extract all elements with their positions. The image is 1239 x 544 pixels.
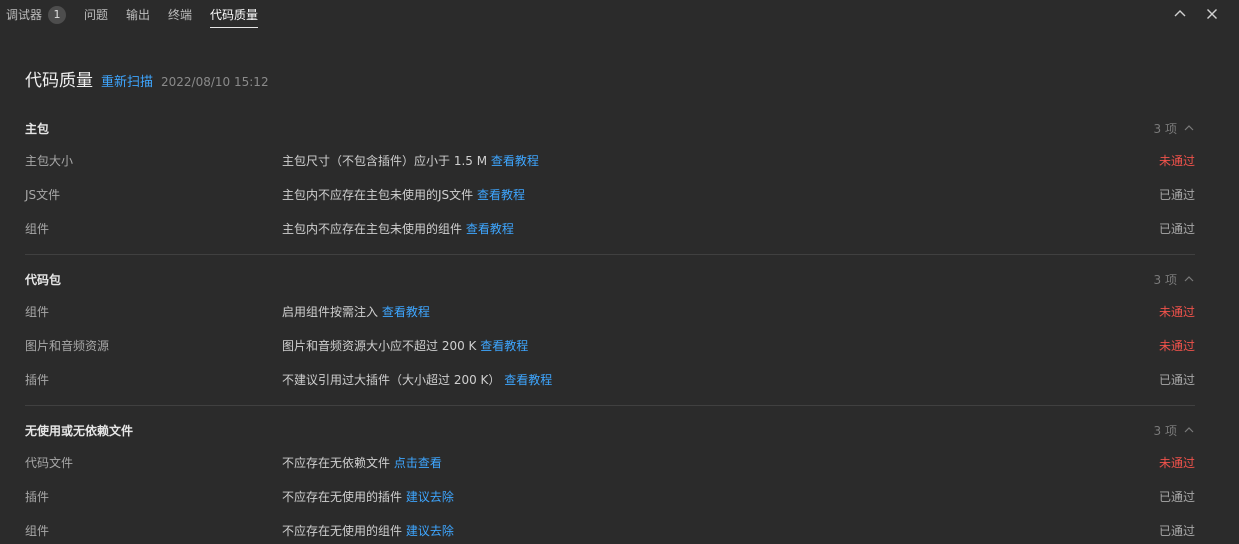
tab-terminal[interactable]: 终端	[168, 0, 192, 30]
maximize-panel-button[interactable]	[1172, 6, 1188, 22]
status-badge: 已通过	[1158, 490, 1195, 504]
section-count: 3 项	[1153, 423, 1177, 438]
section-header-main-package: 主包 3 项	[25, 118, 1195, 138]
chevron-up-icon	[1174, 10, 1186, 17]
scan-timestamp: 2022/08/10 15:12	[161, 75, 269, 89]
section-title: 主包	[25, 121, 50, 136]
tutorial-link[interactable]: 查看教程	[480, 339, 528, 353]
check-name: 组件	[25, 222, 50, 236]
check-description: 不建议引用过大插件（大小超过 200 K） 查看教程	[282, 370, 552, 390]
check-description-text: 图片和音频资源大小应不超过 200 K	[282, 339, 477, 353]
tutorial-link[interactable]: 查看教程	[504, 373, 552, 387]
section-toggle[interactable]: 3 项	[1154, 422, 1195, 439]
tutorial-link[interactable]: 查看教程	[466, 222, 514, 236]
check-description: 不应存在无依赖文件 点击查看	[282, 453, 442, 473]
check-description-text: 不建议引用过大插件（大小超过 200 K）	[282, 373, 501, 387]
check-name: JS文件	[25, 188, 61, 202]
check-description-text: 主包尺寸（不包含插件）应小于 1.5 M	[282, 154, 488, 168]
check-row: 代码文件 不应存在无依赖文件 点击查看 未通过	[25, 453, 1195, 473]
tab-debugger[interactable]: 调试器 1	[6, 0, 67, 30]
chevron-up-icon	[1184, 125, 1194, 131]
check-row: 图片和音频资源 图片和音频资源大小应不超过 200 K 查看教程 未通过	[25, 336, 1195, 356]
check-name: 图片和音频资源	[25, 339, 110, 353]
status-badge: 已通过	[1158, 222, 1195, 236]
section-title: 无使用或无依赖文件	[25, 423, 134, 438]
status-badge: 未通过	[1158, 456, 1195, 470]
section-header-code-package: 代码包 3 项	[25, 269, 1195, 289]
tab-code-quality[interactable]: 代码质量	[210, 0, 259, 30]
check-row: 主包大小 主包尺寸（不包含插件）应小于 1.5 M 查看教程 未通过	[25, 151, 1195, 171]
check-description-text: 不应存在无依赖文件	[282, 456, 391, 470]
check-name: 组件	[25, 305, 50, 319]
check-description: 主包内不应存在主包未使用的JS文件 查看教程	[282, 185, 525, 205]
status-badge: 已通过	[1158, 524, 1195, 538]
check-name: 代码文件	[25, 456, 74, 470]
tab-label: 问题	[84, 8, 109, 22]
remove-suggestion-link[interactable]: 建议去除	[406, 524, 454, 538]
check-description: 不应存在无使用的组件 建议去除	[282, 521, 454, 541]
tab-problems[interactable]: 问题	[84, 0, 108, 30]
view-link[interactable]: 点击查看	[394, 456, 442, 470]
panel-tab-bar: 调试器 1 问题 输出 终端 代码质量	[0, 0, 1239, 30]
check-row: JS文件 主包内不应存在主包未使用的JS文件 查看教程 已通过	[25, 185, 1195, 205]
check-description-text: 主包内不应存在主包未使用的组件	[282, 222, 463, 236]
check-description: 图片和音频资源大小应不超过 200 K 查看教程	[282, 336, 528, 356]
check-description: 主包尺寸（不包含插件）应小于 1.5 M 查看教程	[282, 151, 539, 171]
page-title: 代码质量	[25, 71, 93, 91]
check-description-text: 主包内不应存在主包未使用的JS文件	[282, 188, 474, 202]
tab-label: 代码质量	[210, 8, 259, 22]
section-divider	[25, 405, 1195, 406]
check-description: 不应存在无使用的插件 建议去除	[282, 487, 454, 507]
status-badge: 已通过	[1158, 188, 1195, 202]
section-divider	[25, 254, 1195, 255]
tab-label: 调试器	[6, 8, 43, 22]
page-header: 代码质量 重新扫描 2022/08/10 15:12	[25, 66, 269, 92]
tutorial-link[interactable]: 查看教程	[491, 154, 539, 168]
section-title: 代码包	[25, 272, 62, 287]
close-icon	[1207, 9, 1217, 19]
check-name: 组件	[25, 524, 50, 538]
check-row: 插件 不建议引用过大插件（大小超过 200 K） 查看教程 已通过	[25, 370, 1195, 390]
section-toggle[interactable]: 3 项	[1154, 271, 1195, 288]
check-row: 组件 启用组件按需注入 查看教程 未通过	[25, 302, 1195, 322]
check-row: 组件 主包内不应存在主包未使用的组件 查看教程 已通过	[25, 219, 1195, 239]
check-name: 主包大小	[25, 154, 74, 168]
check-description-text: 启用组件按需注入	[282, 305, 379, 319]
check-description-text: 不应存在无使用的插件	[282, 490, 403, 504]
status-badge: 未通过	[1158, 339, 1195, 353]
check-name: 插件	[25, 490, 50, 504]
status-badge: 未通过	[1158, 305, 1195, 319]
section-toggle[interactable]: 3 项	[1154, 120, 1195, 137]
check-row: 组件 不应存在无使用的组件 建议去除 已通过	[25, 521, 1195, 541]
chevron-up-icon	[1184, 427, 1194, 433]
check-description-text: 不应存在无使用的组件	[282, 524, 403, 538]
tab-label: 输出	[126, 8, 151, 22]
check-description: 启用组件按需注入 查看教程	[282, 302, 430, 322]
check-row: 插件 不应存在无使用的插件 建议去除 已通过	[25, 487, 1195, 507]
section-count: 3 项	[1153, 272, 1177, 287]
tutorial-link[interactable]: 查看教程	[477, 188, 525, 202]
debugger-count-badge: 1	[48, 6, 67, 24]
section-header-unused-files: 无使用或无依赖文件 3 项	[25, 420, 1195, 440]
tutorial-link[interactable]: 查看教程	[382, 305, 430, 319]
check-description: 主包内不应存在主包未使用的组件 查看教程	[282, 219, 514, 239]
status-badge: 已通过	[1158, 373, 1195, 387]
tab-output[interactable]: 输出	[126, 0, 150, 30]
chevron-up-icon	[1184, 276, 1194, 282]
status-badge: 未通过	[1158, 154, 1195, 168]
rescan-link[interactable]: 重新扫描	[101, 71, 153, 90]
close-panel-button[interactable]	[1204, 6, 1220, 22]
tab-label: 终端	[168, 8, 193, 22]
scrollbar[interactable]	[1235, 30, 1239, 544]
section-count: 3 项	[1153, 121, 1177, 136]
remove-suggestion-link[interactable]: 建议去除	[406, 490, 454, 504]
check-name: 插件	[25, 373, 50, 387]
